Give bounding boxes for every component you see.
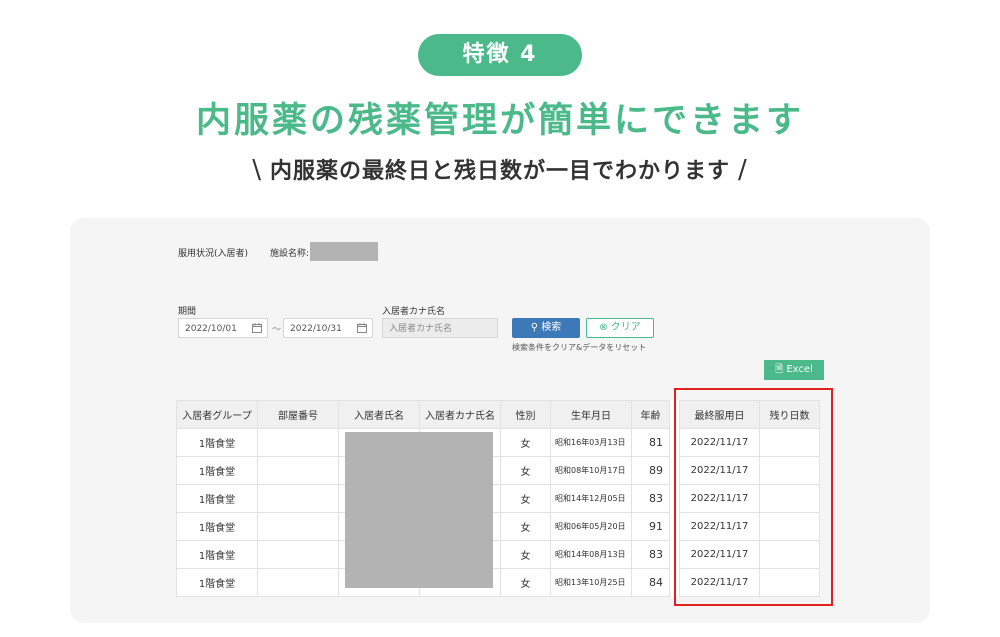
group-cell: 1階食堂	[176, 456, 258, 485]
group-cell: 1階食堂	[176, 540, 258, 569]
age-cell: 81	[631, 428, 670, 457]
highlight-frame	[674, 388, 833, 606]
search-icon: ⚲	[530, 322, 539, 333]
excel-export-button[interactable]: 🗎 Excel	[764, 360, 824, 380]
slash-left: \	[252, 155, 262, 185]
col-header[interactable]: 性別	[500, 400, 551, 429]
sex-cell: 女	[500, 512, 551, 541]
status-label: 服用状況(入居者)	[178, 249, 249, 259]
date-to-field[interactable]: 2022/10/31	[283, 318, 373, 338]
group-cell: 1階食堂	[176, 568, 258, 597]
group-cell: 1階食堂	[176, 512, 258, 541]
date-separator: ～	[272, 325, 282, 335]
facility-label: 施設名称:	[270, 249, 310, 259]
age-cell: 83	[631, 540, 670, 569]
kana-label: 入居者カナ氏名	[382, 307, 446, 317]
col-header[interactable]: 入居者カナ氏名	[419, 400, 501, 429]
kana-placeholder: 入居者カナ氏名	[389, 324, 453, 334]
age-cell: 84	[631, 568, 670, 597]
reset-hint: 検索条件をクリア&データをリセット	[512, 343, 647, 352]
date-from-value: 2022/10/01	[185, 324, 237, 334]
date-from-field[interactable]: 2022/10/01	[178, 318, 268, 338]
sex-cell: 女	[500, 484, 551, 513]
room-cell	[257, 456, 339, 485]
room-cell	[257, 568, 339, 597]
feature-badge: 特徴 4	[418, 34, 582, 76]
headline: 内服薬の残薬管理が簡単にできます	[195, 101, 804, 141]
subheadline-text: 内服薬の最終日と残日数が一目でわかります	[269, 159, 730, 184]
calendar-icon[interactable]	[252, 323, 262, 333]
sex-cell: 女	[500, 456, 551, 485]
facility-name-redacted	[310, 242, 378, 261]
clear-icon: ⊗	[599, 322, 608, 333]
birth-cell: 昭和06年05月20日	[550, 512, 632, 541]
age-cell: 83	[631, 484, 670, 513]
group-cell: 1階食堂	[176, 428, 258, 457]
sex-cell: 女	[500, 540, 551, 569]
birth-cell: 昭和16年03月13日	[550, 428, 632, 457]
period-label: 期間	[178, 307, 197, 317]
col-header[interactable]: 入居者氏名	[338, 400, 420, 429]
col-header[interactable]: 部屋番号	[257, 400, 339, 429]
col-header[interactable]: 年齢	[631, 400, 670, 429]
room-cell	[257, 428, 339, 457]
subheadline: \ 内服薬の最終日と残日数が一目でわかります /	[0, 153, 1000, 185]
sex-cell: 女	[500, 428, 551, 457]
birth-cell: 昭和08年10月17日	[550, 456, 632, 485]
app-screenshot-panel: 服用状況(入居者) 施設名称: 期間 2022/10/01 ～ 2022/10/…	[70, 218, 930, 623]
export-icon: 🗎	[775, 364, 784, 375]
room-cell	[257, 540, 339, 569]
search-label: 検索	[541, 322, 562, 333]
group-cell: 1階食堂	[176, 484, 258, 513]
col-header[interactable]: 入居者グループ	[176, 400, 258, 429]
date-to-value: 2022/10/31	[290, 324, 342, 334]
birth-cell: 昭和14年08月13日	[550, 540, 632, 569]
clear-button[interactable]: ⊗ クリア	[586, 318, 654, 338]
age-cell: 91	[631, 512, 670, 541]
slash-right: /	[738, 155, 748, 185]
room-cell	[257, 484, 339, 513]
room-cell	[257, 512, 339, 541]
resident-names-redacted	[345, 432, 493, 588]
birth-cell: 昭和13年10月25日	[550, 568, 632, 597]
calendar-icon[interactable]	[357, 323, 367, 333]
birth-cell: 昭和14年12月05日	[550, 484, 632, 513]
clear-label: クリア	[610, 322, 641, 333]
excel-label: Excel	[786, 364, 813, 375]
age-cell: 89	[631, 456, 670, 485]
sex-cell: 女	[500, 568, 551, 597]
search-button[interactable]: ⚲ 検索	[512, 318, 580, 338]
kana-input[interactable]: 入居者カナ氏名	[382, 318, 498, 338]
col-header[interactable]: 生年月日	[550, 400, 632, 429]
